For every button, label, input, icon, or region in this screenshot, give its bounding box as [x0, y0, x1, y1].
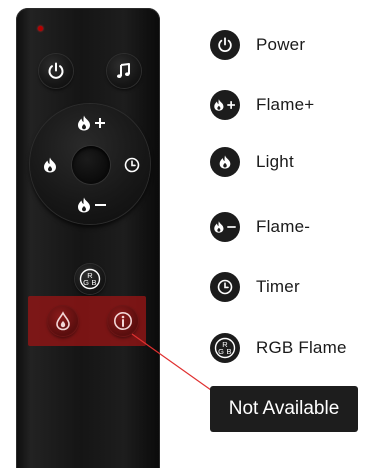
legend-item-flame-minus: Flame- [210, 212, 310, 242]
flame-plus-icon [78, 115, 105, 131]
flame-minus-icon [214, 221, 236, 233]
remote-power-button[interactable] [39, 54, 73, 88]
info-icon [114, 312, 132, 330]
svg-text:B: B [226, 347, 231, 356]
legend-label: Timer [256, 277, 300, 296]
legend-label: Power [256, 35, 306, 54]
remote-timer-button[interactable] [118, 152, 146, 178]
legend-item-light: Light [210, 147, 294, 177]
dpad-center-button[interactable] [72, 146, 110, 184]
flame-plus-icon [214, 99, 235, 111]
legend-timer-badge [210, 272, 240, 302]
not-available-highlight [28, 296, 146, 346]
legend-flame-minus-badge [210, 212, 240, 242]
legend-label: Flame- [256, 217, 311, 236]
legend-label: RGB Flame [256, 338, 347, 357]
remote-flame-plus-button[interactable] [74, 110, 110, 136]
flame-icon [219, 155, 231, 169]
not-available-label: Not Available [210, 386, 358, 432]
rgb-icon: R G B [214, 337, 236, 359]
legend-light-badge [210, 147, 240, 177]
music-note-icon [117, 63, 130, 78]
remote-control: R G B [16, 8, 160, 468]
legend-item-power: Power [210, 30, 305, 60]
flame-minus-icon [78, 197, 106, 213]
flame-icon [44, 157, 56, 173]
drop-flame-icon [56, 311, 70, 331]
flame-control-dpad [30, 104, 150, 224]
svg-text:G: G [83, 278, 89, 287]
remote-music-button[interactable] [107, 54, 141, 88]
legend-rgb-badge: R G B [210, 333, 240, 363]
svg-text:G: G [218, 347, 224, 356]
remote-light-button[interactable] [36, 152, 64, 178]
svg-text:B: B [91, 278, 96, 287]
product-illustration: R G B Power Flame+ Light Flame- Timer R … [0, 0, 376, 468]
legend-label: Flame+ [256, 95, 315, 114]
remote-info-button[interactable] [108, 306, 138, 336]
clock-icon [217, 279, 233, 295]
power-icon [218, 37, 232, 52]
legend-power-badge [210, 30, 240, 60]
remote-rgb-flame-button[interactable]: R G B [75, 264, 105, 294]
legend-item-rgb-flame: R G B RGB Flame [210, 333, 347, 363]
status-led [38, 26, 43, 31]
power-icon [48, 62, 64, 79]
legend-flame-plus-badge [210, 90, 240, 120]
clock-icon [124, 157, 140, 173]
legend-item-timer: Timer [210, 272, 300, 302]
remote-drop-button[interactable] [48, 306, 78, 336]
remote-flame-minus-button[interactable] [74, 192, 110, 218]
legend-item-flame-plus: Flame+ [210, 90, 314, 120]
legend-label: Light [256, 152, 294, 171]
rgb-icon: R G B [79, 268, 101, 290]
